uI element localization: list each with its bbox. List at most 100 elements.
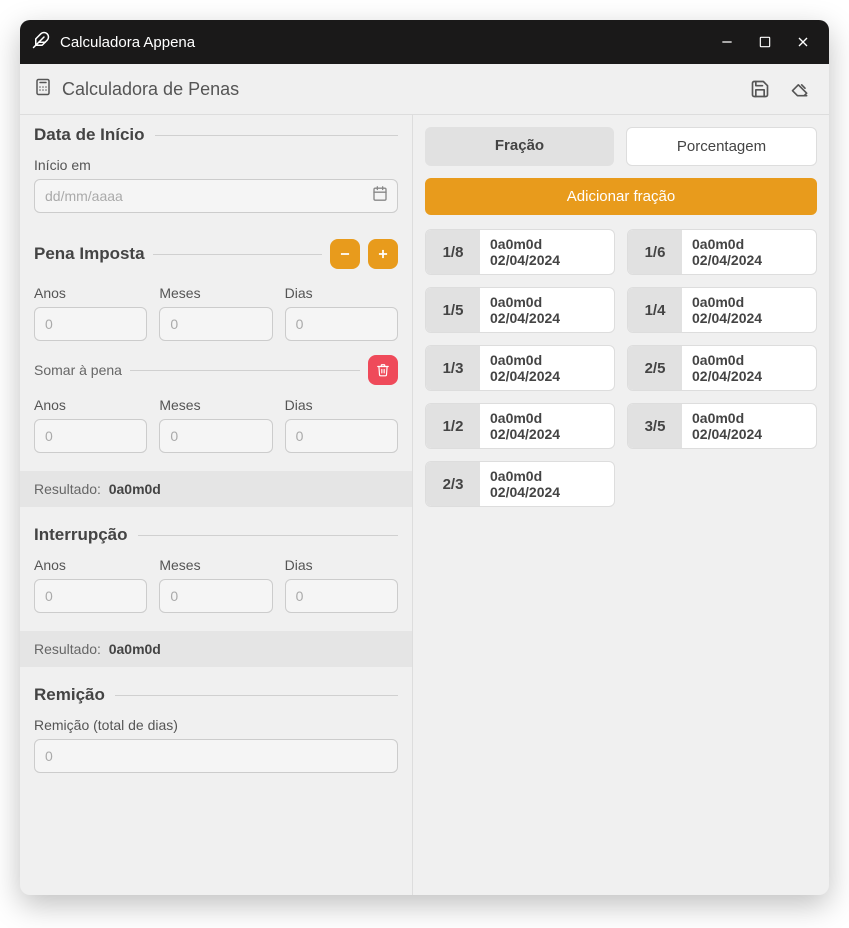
delete-somar-button[interactable] (368, 355, 398, 385)
remicao-heading: Remição (34, 685, 105, 705)
save-button[interactable] (745, 74, 775, 104)
fraction-card[interactable]: 1/20a0m0d02/04/2024 (425, 403, 615, 449)
fraction-info: 0a0m0d02/04/2024 (682, 230, 816, 274)
right-panel: Fração Porcentagem Adicionar fração 1/80… (413, 115, 829, 895)
fraction-info: 0a0m0d02/04/2024 (480, 404, 614, 448)
section-interrupcao: Interrupção Anos Meses Dias (20, 507, 412, 617)
fraction-card[interactable]: 1/50a0m0d02/04/2024 (425, 287, 615, 333)
fraction-value: 0a0m0d (490, 468, 604, 484)
interrupcao-result: Resultado: 0a0m0d (20, 631, 412, 667)
fraction-info: 0a0m0d02/04/2024 (682, 346, 816, 390)
divider (115, 695, 398, 696)
somar-label: Somar à pena (34, 362, 122, 378)
interrupcao-anos-label: Anos (34, 557, 147, 573)
somar-meses-label: Meses (159, 397, 272, 413)
fraction-info: 0a0m0d02/04/2024 (682, 288, 816, 332)
fraction-card[interactable]: 1/30a0m0d02/04/2024 (425, 345, 615, 391)
somar-meses-input[interactable] (159, 419, 272, 453)
somar-dias-input[interactable] (285, 419, 398, 453)
fraction-card[interactable]: 2/50a0m0d02/04/2024 (627, 345, 817, 391)
somar-fields: Anos Meses Dias (20, 385, 412, 457)
pena-anos-input[interactable] (34, 307, 147, 341)
interrupcao-dias-label: Dias (285, 557, 398, 573)
fraction-grid: 1/80a0m0d02/04/20241/60a0m0d02/04/20241/… (425, 229, 817, 507)
fraction-card[interactable]: 3/50a0m0d02/04/2024 (627, 403, 817, 449)
fraction-value: 0a0m0d (490, 352, 604, 368)
fraction-info: 0a0m0d02/04/2024 (682, 404, 816, 448)
pena-dias-input[interactable] (285, 307, 398, 341)
remove-pena-button[interactable] (330, 239, 360, 269)
somar-result: Resultado: 0a0m0d (20, 471, 412, 507)
calculator-icon (34, 78, 52, 101)
fraction-info: 0a0m0d02/04/2024 (480, 230, 614, 274)
window-title: Calculadora Appena (60, 34, 703, 51)
add-pena-button[interactable] (368, 239, 398, 269)
fraction-label: 2/3 (426, 462, 480, 506)
somar-dias-label: Dias (285, 397, 398, 413)
fraction-date: 02/04/2024 (692, 368, 806, 384)
tab-porcentagem[interactable]: Porcentagem (626, 127, 817, 166)
fraction-date: 02/04/2024 (692, 252, 806, 268)
tabs: Fração Porcentagem (425, 127, 817, 166)
fraction-date: 02/04/2024 (692, 426, 806, 442)
page-title: Calculadora de Penas (62, 79, 735, 100)
close-button[interactable] (789, 28, 817, 56)
pena-dias-label: Dias (285, 285, 398, 301)
interrupcao-anos-input[interactable] (34, 579, 147, 613)
fraction-card[interactable]: 1/80a0m0d02/04/2024 (425, 229, 615, 275)
pena-anos-label: Anos (34, 285, 147, 301)
fraction-label: 1/8 (426, 230, 480, 274)
app-window: Calculadora Appena Calculadora de Penas (20, 20, 829, 895)
somar-header: Somar à pena (20, 345, 412, 385)
remicao-input[interactable] (34, 739, 398, 773)
fraction-card[interactable]: 1/60a0m0d02/04/2024 (627, 229, 817, 275)
start-date-wrap (34, 179, 398, 213)
add-fraction-button[interactable]: Adicionar fração (425, 178, 817, 215)
fraction-value: 0a0m0d (692, 294, 806, 310)
pena-meses-input[interactable] (159, 307, 272, 341)
fraction-label: 2/5 (628, 346, 682, 390)
fraction-label: 1/6 (628, 230, 682, 274)
fraction-date: 02/04/2024 (490, 426, 604, 442)
fraction-date: 02/04/2024 (490, 252, 604, 268)
interrupcao-result-label: Resultado: (34, 641, 101, 657)
maximize-button[interactable] (751, 28, 779, 56)
content: Data de Início Início em Pena Imposta (20, 115, 829, 895)
somar-result-value: 0a0m0d (109, 481, 161, 497)
section-remicao: Remição Remição (total de dias) (20, 667, 412, 777)
fraction-card[interactable]: 1/40a0m0d02/04/2024 (627, 287, 817, 333)
fraction-date: 02/04/2024 (490, 368, 604, 384)
interrupcao-meses-label: Meses (159, 557, 272, 573)
divider (153, 254, 322, 255)
minimize-button[interactable] (713, 28, 741, 56)
fraction-value: 0a0m0d (490, 294, 604, 310)
fraction-value: 0a0m0d (692, 410, 806, 426)
section-pena: Pena Imposta Anos Meses (20, 217, 412, 345)
interrupcao-dias-input[interactable] (285, 579, 398, 613)
tab-fracao[interactable]: Fração (425, 127, 614, 166)
interrupcao-result-value: 0a0m0d (109, 641, 161, 657)
fraction-label: 1/3 (426, 346, 480, 390)
fraction-label: 3/5 (628, 404, 682, 448)
left-panel: Data de Início Início em Pena Imposta (20, 115, 413, 895)
start-date-input[interactable] (34, 179, 398, 213)
fraction-label: 1/2 (426, 404, 480, 448)
remicao-label: Remição (total de dias) (34, 717, 398, 733)
erase-button[interactable] (785, 74, 815, 104)
fraction-card[interactable]: 2/3 0a0m0d02/04/2024 (425, 461, 615, 507)
fraction-value: 0a0m0d (692, 236, 806, 252)
somar-anos-input[interactable] (34, 419, 147, 453)
start-heading: Data de Início (34, 125, 145, 145)
fraction-date: 02/04/2024 (692, 310, 806, 326)
titlebar: Calculadora Appena (20, 20, 829, 64)
fraction-date: 02/04/2024 (490, 484, 604, 500)
fraction-value: 0a0m0d (692, 352, 806, 368)
fraction-info: 0a0m0d02/04/2024 (480, 346, 614, 390)
interrupcao-heading: Interrupção (34, 525, 128, 545)
pena-heading: Pena Imposta (34, 244, 145, 264)
interrupcao-meses-input[interactable] (159, 579, 272, 613)
somar-anos-label: Anos (34, 397, 147, 413)
divider (130, 370, 360, 371)
subheader: Calculadora de Penas (20, 64, 829, 115)
fraction-date: 02/04/2024 (490, 310, 604, 326)
